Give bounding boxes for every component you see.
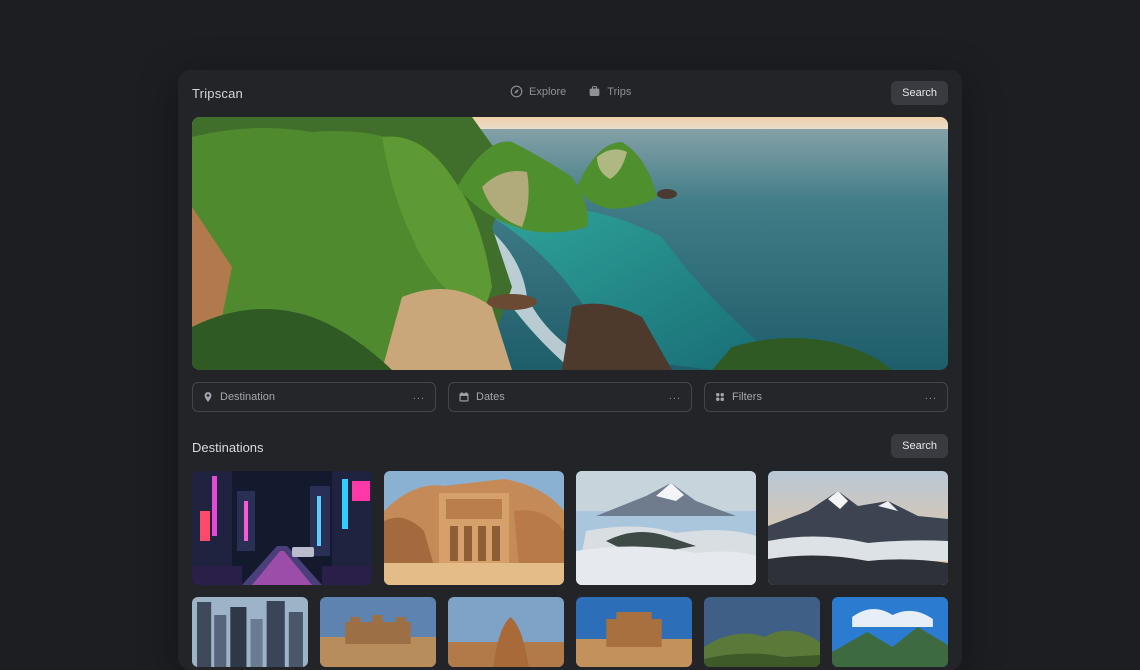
destination-card-skyscrapers[interactable] [192,597,308,667]
calendar-icon [459,392,469,402]
destination-card-neon-city[interactable] [192,471,372,585]
destination-field[interactable]: Destination ... [192,382,436,412]
filters-field[interactable]: Filters ... [704,382,948,412]
filters-icon [716,393,724,401]
dates-field[interactable]: Dates ... [448,382,692,412]
suitcase-icon [589,86,600,96]
destinations-grid-row-1 [192,471,948,585]
search-fields: Destination ... Dates ... Filters ... [192,382,948,412]
destination-card-rock-formation[interactable] [448,597,564,667]
filters-more-icon[interactable]: ... [925,390,937,402]
location-pin-icon [204,392,212,402]
nav-explore[interactable]: Explore [510,85,566,98]
filters-label: Filters [732,391,762,403]
hero-image [192,117,948,370]
destination-card-temple-sky[interactable] [576,597,692,667]
brand-logo[interactable]: Tripscan [192,86,243,101]
destination-label: Destination [220,391,276,403]
destination-card-desert-ruins[interactable] [320,597,436,667]
main-nav: Explore Trips [510,85,631,98]
top-bar: Tripscan Explore Trips Search [178,70,962,116]
destination-card-mountain-clouds[interactable] [576,471,756,585]
dates-more-icon[interactable]: ... [669,390,681,402]
app-window: Tripscan Explore Trips Search Destinatio… [178,70,962,670]
destinations-grid-row-2 [192,597,948,667]
compass-icon [510,85,523,98]
nav-trips[interactable]: Trips [588,85,631,98]
destination-card-blue-sky-mountains[interactable] [832,597,948,667]
dates-label: Dates [476,391,505,403]
destinations-heading: Destinations [192,440,264,455]
nav-trips-label: Trips [607,85,632,98]
header-search-button[interactable]: Search [891,81,948,105]
destination-card-rock-temple[interactable] [384,471,564,585]
nav-explore-label: Explore [529,85,567,98]
destination-card-mountain-range[interactable] [768,471,948,585]
destinations-search-button[interactable]: Search [891,434,948,458]
destination-more-icon[interactable]: ... [413,390,425,402]
destination-card-green-ridge[interactable] [704,597,820,667]
